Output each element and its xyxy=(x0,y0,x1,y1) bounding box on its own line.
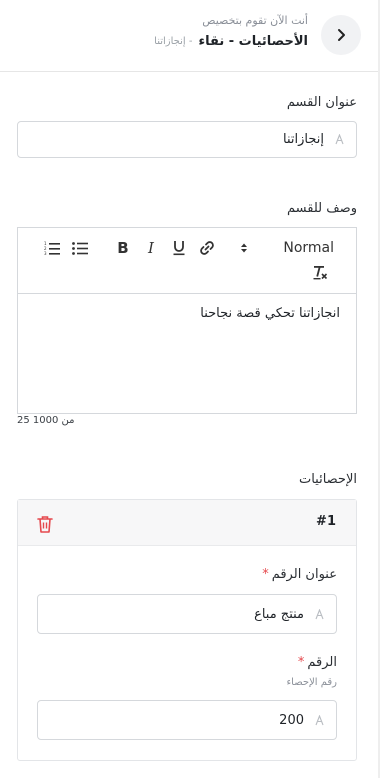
number-title-label-row: عنوان الرقم * xyxy=(262,567,337,582)
section-title-label: عنوان القسم xyxy=(286,95,357,110)
text-field-icon xyxy=(334,134,344,146)
statistics-label: الإحصائيات xyxy=(298,472,357,487)
section-title-value: إنجازاتنا xyxy=(283,132,324,147)
number-label-row: الرقم * xyxy=(298,655,337,670)
number-value: 200 xyxy=(279,712,304,728)
number-hint: رقم الإحصاء xyxy=(286,677,337,688)
required-mark: * xyxy=(262,567,269,582)
header-title-row: الأحصائيات - نقاء - إنجازاتنا xyxy=(154,34,308,49)
svg-text:3: 3 xyxy=(44,251,47,255)
delete-item-button[interactable] xyxy=(37,515,53,533)
link-icon[interactable] xyxy=(197,238,217,258)
editor-content[interactable]: انجازاتنا تحكي قصة نجاحنا xyxy=(200,306,340,321)
editor-toolbar: 1 2 3 B I Normal xyxy=(18,228,356,294)
chevron-right-icon xyxy=(338,29,345,41)
format-select[interactable]: Normal xyxy=(270,238,334,258)
character-counter: 25 من 1000 xyxy=(17,415,75,426)
statistic-item-index: #1 xyxy=(316,514,336,529)
back-button[interactable] xyxy=(321,15,361,55)
number-title-value: منتج مباع xyxy=(254,606,304,622)
number-title-input[interactable]: منتج مباع xyxy=(37,594,337,634)
ordered-list-icon[interactable]: 1 2 3 xyxy=(42,238,62,258)
description-label: وصف للقسم xyxy=(287,201,357,216)
trash-icon xyxy=(37,516,53,533)
text-field-icon xyxy=(314,714,324,726)
text-field-icon xyxy=(314,608,324,620)
underline-icon[interactable] xyxy=(169,238,189,258)
statistic-item-header: #1 xyxy=(18,500,356,546)
italic-icon[interactable]: I xyxy=(141,238,161,258)
number-title-label: عنوان الرقم xyxy=(271,567,337,582)
bullet-list-icon[interactable] xyxy=(70,238,90,258)
required-mark: * xyxy=(297,655,305,670)
header-subtitle: أنت الآن تقوم بتخصيص xyxy=(202,14,308,27)
bold-icon[interactable]: B xyxy=(113,238,133,258)
page-title: الأحصائيات - نقاء xyxy=(198,34,308,49)
format-select-arrows-icon[interactable] xyxy=(236,238,252,258)
page-header: أنت الآن تقوم بتخصيص الأحصائيات - نقاء -… xyxy=(0,0,378,72)
clear-format-icon[interactable] xyxy=(310,262,330,282)
number-input[interactable]: 200 xyxy=(37,700,337,740)
statistic-item-card: #1 عنوان الرقم * منتج مباع الرقم * رقم ا… xyxy=(17,499,357,761)
breadcrumb: - إنجازاتنا xyxy=(154,36,193,47)
number-label: الرقم xyxy=(307,655,337,670)
rich-text-editor[interactable]: 1 2 3 B I Normal انجازاتنا تحكي قصة نجاح… xyxy=(17,227,357,414)
section-title-input[interactable]: إنجازاتنا xyxy=(17,121,357,158)
